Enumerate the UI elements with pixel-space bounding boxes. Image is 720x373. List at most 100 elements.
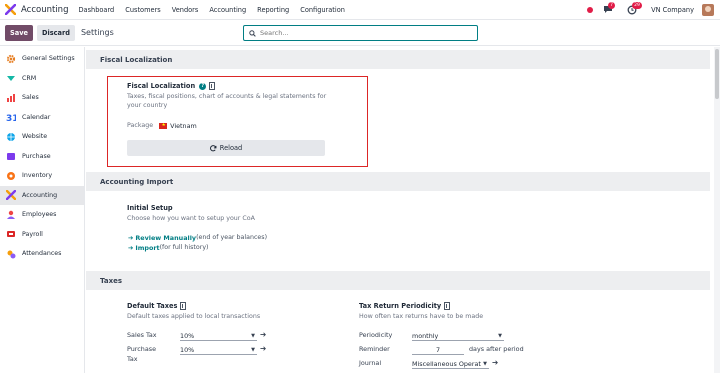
periodicity-description: How often tax returns have to be made <box>359 313 484 320</box>
accounting-icon <box>6 190 16 201</box>
default-taxes-title-row: Default Taxes <box>127 302 187 310</box>
sidebar-item-label: Purchase <box>22 152 51 160</box>
periodicity-label: Periodicity <box>359 331 393 339</box>
reminder-suffix: days after period <box>469 345 524 353</box>
calendar-icon: 31 <box>6 112 16 122</box>
menu-dashboard[interactable]: Dashboard <box>78 6 114 14</box>
help-icon[interactable]: ? <box>199 82 207 90</box>
discard-button[interactable]: Discard <box>36 24 75 41</box>
caret-down-icon: ▼ <box>251 333 255 339</box>
sidebar-item-label: Website <box>22 133 48 141</box>
company-building-icon <box>444 302 451 310</box>
periodicity-value: monthly <box>412 331 439 340</box>
app-title: Accounting <box>21 4 69 15</box>
sales-tax-value: 10% <box>180 331 195 340</box>
attendances-icon <box>6 249 16 259</box>
app-brand[interactable]: Accounting <box>5 4 68 15</box>
systray: 7 29 VN Company <box>587 0 720 20</box>
sidebar-item-label: General Settings <box>22 55 75 63</box>
activities-badge: 29 <box>632 2 642 9</box>
reload-button[interactable]: Reload <box>127 140 325 156</box>
sidebar-item-employees[interactable]: Employees <box>0 205 84 225</box>
purchase-tax-label-line2: Tax <box>127 355 138 363</box>
sidebar-item-label: CRM <box>22 74 37 82</box>
company-switcher[interactable]: VN Company <box>651 6 694 14</box>
purchase-tax-label: Purchase <box>127 345 157 353</box>
control-panel: Save Discard Settings <box>0 20 720 46</box>
save-button[interactable]: Save <box>5 24 33 41</box>
sidebar-item-sales[interactable]: Sales <box>0 88 84 108</box>
sidebar-item-label: Calendar <box>22 113 51 121</box>
reload-label: Reload <box>219 144 243 152</box>
main-menu: Dashboard Customers Vendors Accounting R… <box>78 6 355 14</box>
svg-text:31: 31 <box>6 114 16 122</box>
arrow-right-icon: ➔ <box>128 243 134 252</box>
refresh-icon <box>209 144 217 151</box>
sidebar-item-crm[interactable]: CRM <box>0 69 84 89</box>
reminder-label: Reminder <box>359 345 390 353</box>
periodicity-select[interactable]: monthly ▼ <box>412 331 504 341</box>
purchase-tax-select[interactable]: 10% ▼ <box>180 345 257 355</box>
journal-select[interactable]: Miscellaneous Operat ▼ <box>412 359 489 369</box>
section-header-taxes: Taxes <box>86 271 710 290</box>
sidebar-item-payroll[interactable]: Payroll <box>0 225 84 245</box>
sidebar-item-accounting[interactable]: Accounting <box>0 185 84 205</box>
caret-down-icon: ▼ <box>483 361 487 367</box>
sidebar-item-attendances[interactable]: Attendances <box>0 244 84 264</box>
menu-customers[interactable]: Customers <box>125 6 160 14</box>
scrollbar-thumb[interactable] <box>715 49 719 99</box>
journal-label: Journal <box>359 359 382 367</box>
menu-configuration[interactable]: Configuration <box>300 6 345 14</box>
journal-value: Miscellaneous Operat <box>412 359 481 368</box>
sales-tax-select[interactable]: 10% ▼ <box>180 331 257 341</box>
sidebar-item-purchase[interactable]: Purchase <box>0 147 84 167</box>
arrow-right-icon: ➔ <box>128 233 134 242</box>
review-manually-link[interactable]: Review Manually <box>135 234 196 242</box>
package-label: Package <box>127 122 154 129</box>
messages-button[interactable]: 7 <box>603 2 615 15</box>
user-avatar[interactable] <box>702 4 714 16</box>
crm-icon <box>6 73 16 83</box>
default-taxes-title: Default Taxes <box>127 302 178 310</box>
search-icon <box>249 29 256 37</box>
sales-tax-internal-link-icon[interactable]: ➔ <box>260 330 266 339</box>
sales-tax-label: Sales Tax <box>127 331 157 339</box>
import-row: ➔ Import (for full history) <box>128 243 209 252</box>
caret-down-icon: ▼ <box>251 347 255 353</box>
activities-button[interactable]: 29 <box>627 2 642 15</box>
company-building-icon <box>209 82 216 90</box>
purchase-tax-value: 10% <box>180 345 195 354</box>
settings-sidebar: General Settings CRM Sales 31 Calendar Websit… <box>0 47 85 373</box>
menu-vendors[interactable]: Vendors <box>172 6 199 14</box>
package-value: Vietnam <box>170 121 197 130</box>
sidebar-item-general-settings[interactable]: General Settings <box>0 49 84 69</box>
breadcrumb: Settings <box>80 28 114 37</box>
reminder-days-input[interactable]: 7 <box>412 345 464 355</box>
menu-reporting[interactable]: Reporting <box>257 6 289 14</box>
sidebar-item-label: Accounting <box>22 191 58 199</box>
top-navbar: Accounting Dashboard Customers Vendors A… <box>0 0 720 20</box>
import-link[interactable]: Import <box>135 244 159 252</box>
periodicity-title: Tax Return Periodicity <box>359 302 442 310</box>
sidebar-item-inventory[interactable]: Inventory <box>0 166 84 186</box>
sales-icon <box>6 93 16 103</box>
website-icon <box>6 132 16 142</box>
initial-setup-description: Choose how you want to setup your CoA <box>127 215 255 222</box>
purchase-icon <box>6 151 16 161</box>
sidebar-item-label: Sales <box>22 94 39 102</box>
status-dot-icon[interactable] <box>587 7 594 13</box>
purchase-tax-internal-link-icon[interactable]: ➔ <box>260 344 266 353</box>
menu-accounting[interactable]: Accounting <box>209 6 246 14</box>
search-input[interactable] <box>260 29 460 37</box>
accounting-app-icon <box>5 4 16 15</box>
sidebar-item-label: Attendances <box>22 250 62 258</box>
inventory-icon <box>6 171 16 181</box>
main-scrollbar[interactable] <box>714 47 720 373</box>
sidebar-item-calendar[interactable]: 31 Calendar <box>0 108 84 128</box>
import-note: (for full history) <box>159 244 209 251</box>
messages-badge: 7 <box>608 2 615 9</box>
settings-search[interactable] <box>243 25 478 41</box>
sidebar-item-website[interactable]: Website <box>0 127 84 147</box>
fiscal-title-row: Fiscal Localization? <box>127 82 216 90</box>
journal-internal-link-icon[interactable]: ➔ <box>492 358 498 367</box>
